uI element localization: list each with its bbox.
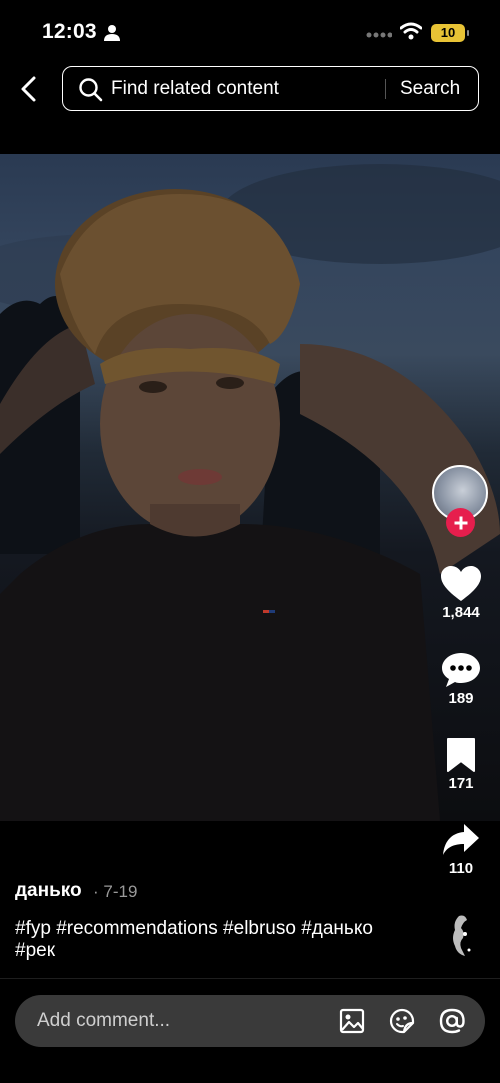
search-input[interactable]: Find related content <box>111 78 279 100</box>
like-count: 1,844 <box>442 604 480 621</box>
share-count: 110 <box>448 860 474 877</box>
follow-button[interactable] <box>446 508 475 537</box>
post-date: · 7-19 <box>93 882 138 901</box>
emoji-sticker-icon[interactable] <box>389 1008 415 1034</box>
search-bar[interactable]: Find related content Search <box>62 66 479 111</box>
mention-icon[interactable] <box>439 1008 465 1034</box>
search-button[interactable]: Search <box>400 78 460 100</box>
comment-bubble-icon <box>442 653 480 687</box>
divider <box>0 978 500 979</box>
comment-bar[interactable]: Add comment... <box>15 995 485 1047</box>
save-count: 171 <box>448 775 474 792</box>
signal-dots-icon <box>366 32 392 38</box>
like-button[interactable]: 1,844 <box>430 566 492 621</box>
comment-input[interactable]: Add comment... <box>37 1010 170 1032</box>
status-time: 12:03 <box>42 20 97 43</box>
battery-indicator: 10 <box>431 24 469 42</box>
person-icon <box>104 25 120 41</box>
creator-username[interactable]: данько <box>15 880 82 902</box>
share-button[interactable]: 110 <box>430 822 492 877</box>
music-disc-icon[interactable] <box>447 912 477 960</box>
search-divider <box>385 79 386 99</box>
search-icon <box>79 78 103 102</box>
video-frame <box>0 164 500 821</box>
bookmark-icon <box>447 738 475 772</box>
status-bar: 12:03 10 <box>0 0 500 62</box>
image-icon[interactable] <box>339 1008 365 1034</box>
video-player[interactable] <box>0 154 500 821</box>
comment-button[interactable]: 189 <box>430 652 492 707</box>
save-button[interactable]: 171 <box>430 737 492 792</box>
back-button[interactable] <box>14 72 44 106</box>
post-caption[interactable]: #fyp #recommendations #elbruso #данько #… <box>15 918 395 962</box>
wifi-icon <box>400 22 422 40</box>
comment-count: 189 <box>448 690 474 707</box>
share-arrow-icon <box>443 824 479 855</box>
heart-icon <box>441 566 481 601</box>
